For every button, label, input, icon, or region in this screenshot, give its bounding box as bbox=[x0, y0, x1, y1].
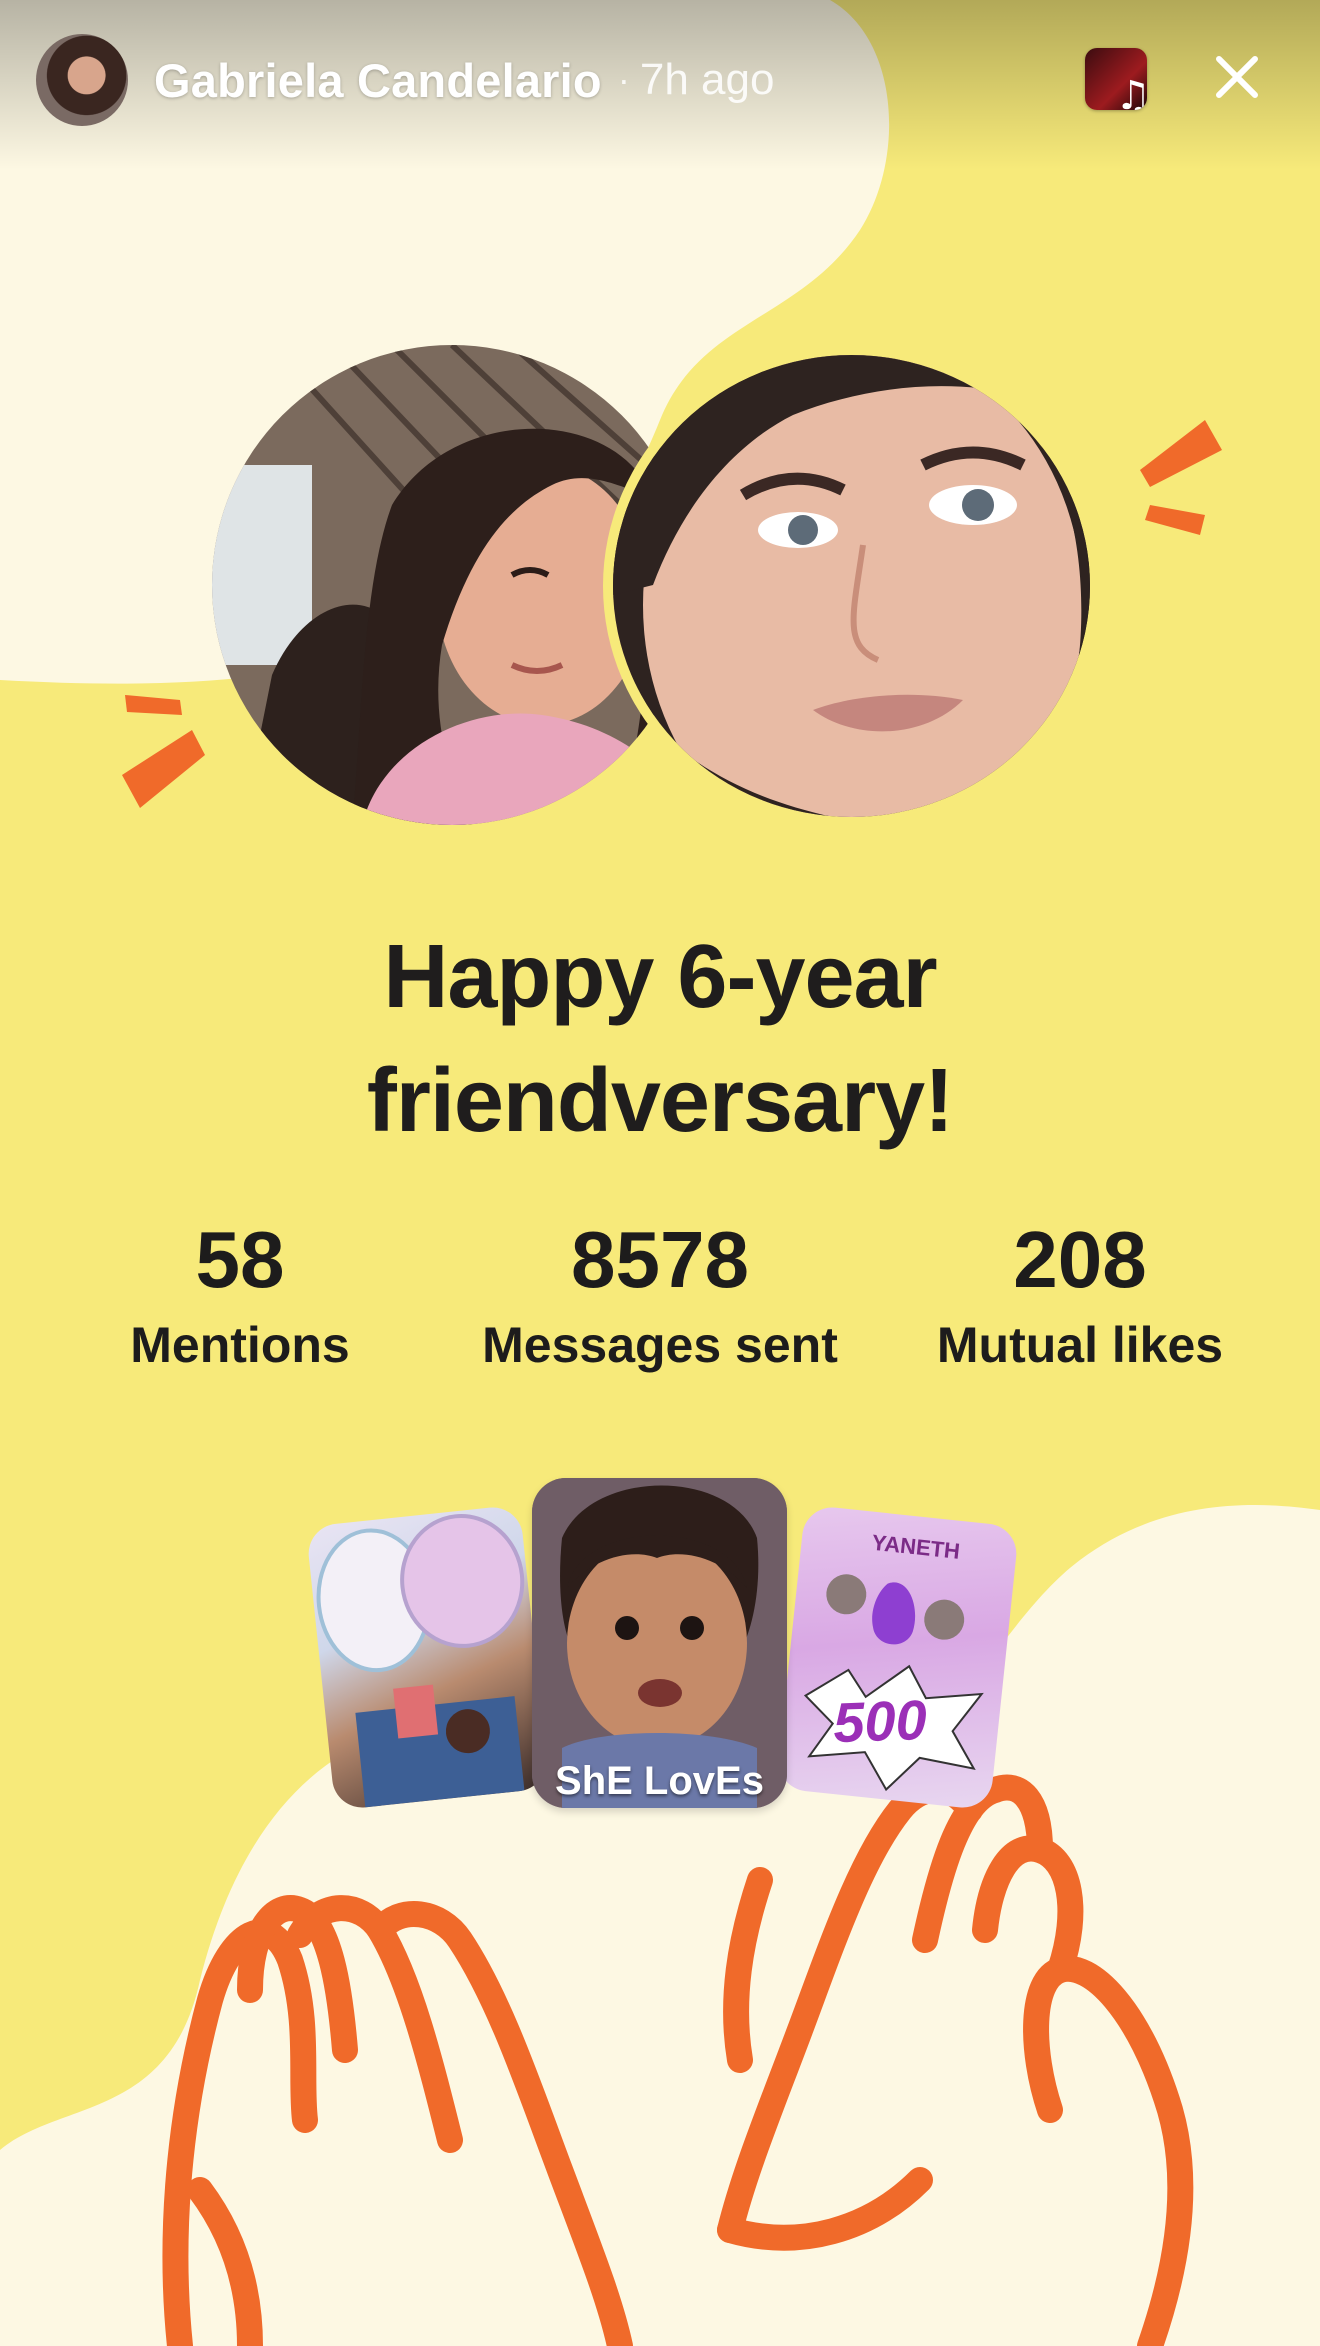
music-note-icon: ♫ bbox=[1115, 73, 1147, 110]
friendversary-headline: Happy 6-year friendversary! bbox=[0, 915, 1320, 1163]
stat-mentions: 58 Mentions bbox=[20, 1210, 460, 1380]
stat-value: 8578 bbox=[571, 1215, 749, 1304]
highlight-card-birthday[interactable] bbox=[305, 1504, 550, 1811]
stat-label: Mentions bbox=[130, 1317, 350, 1373]
video-caption: ShE LovEs bbox=[555, 1759, 764, 1803]
stat-mutual-likes: 208 Mutual likes bbox=[860, 1210, 1300, 1380]
close-icon bbox=[1216, 56, 1258, 98]
card-number-text: 500 bbox=[832, 1687, 928, 1755]
music-sticker-button[interactable]: ♫ bbox=[1085, 48, 1147, 110]
stat-label: Mutual likes bbox=[936, 1317, 1224, 1373]
close-button[interactable] bbox=[1205, 45, 1269, 109]
friend-photo-2 bbox=[603, 345, 1100, 827]
stat-value: 58 bbox=[195, 1215, 285, 1304]
highlight-card-yaneth[interactable]: YANETH 500 bbox=[775, 1504, 1020, 1811]
story-viewer: Gabriela Candelario · 7h ago ♫ Happy 6-y… bbox=[0, 0, 1320, 2346]
post-time: 7h ago bbox=[639, 55, 775, 104]
username[interactable]: Gabriela Candelario bbox=[154, 53, 602, 108]
stat-value: 208 bbox=[1013, 1215, 1147, 1304]
stat-label: Messages sent bbox=[482, 1317, 838, 1373]
headline-line-1: Happy 6-year bbox=[383, 927, 937, 1027]
background-shapes bbox=[0, 0, 1320, 2346]
separator-dot: · bbox=[617, 59, 630, 100]
highlight-card-video[interactable]: ShE LovEs bbox=[532, 1478, 787, 1808]
stat-messages-sent: 8578 Messages sent bbox=[440, 1210, 880, 1380]
headline-line-2: friendversary! bbox=[366, 1051, 954, 1151]
avatar[interactable] bbox=[36, 34, 128, 126]
